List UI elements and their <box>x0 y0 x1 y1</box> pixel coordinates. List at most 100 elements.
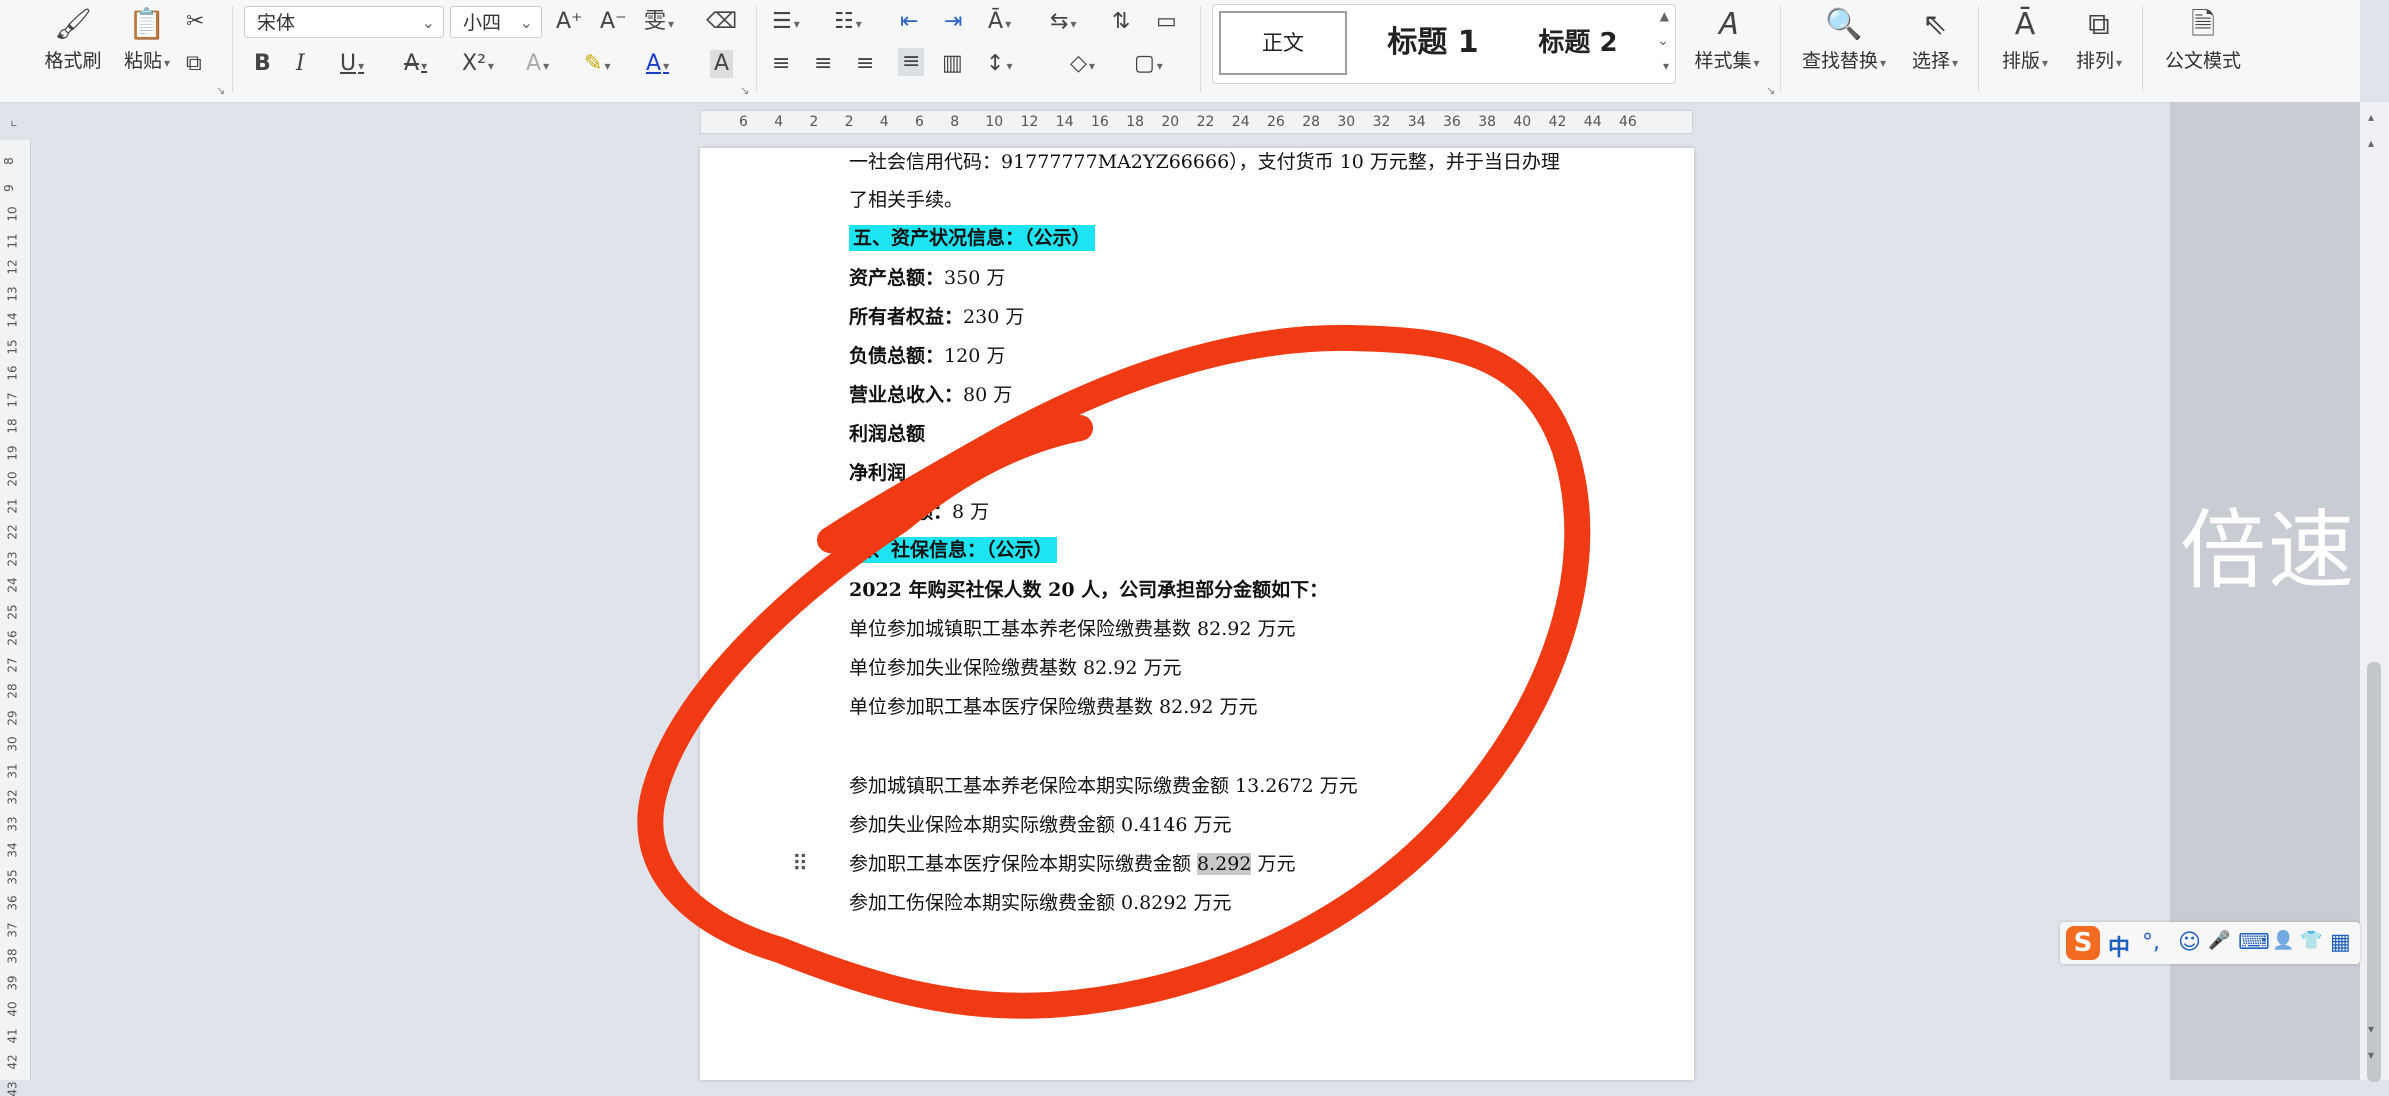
justify-icon[interactable]: ≡ <box>898 48 925 76</box>
bullet-list-icon[interactable]: ☰ ▾ <box>772 8 800 38</box>
increase-indent-icon[interactable]: ⇥ <box>944 8 962 36</box>
font-shrink-icon[interactable]: A⁻ <box>600 8 627 36</box>
ruler-tick-label: 24 <box>1231 114 1250 130</box>
text-effect-icon[interactable]: A ▾ <box>526 50 549 80</box>
ruler-tick-label: 10 <box>985 114 1004 130</box>
font-grow-icon[interactable]: A⁺ <box>556 8 583 36</box>
paragraph-drag-handle-icon[interactable]: ⠿ <box>792 852 808 877</box>
numbered-list-icon[interactable]: ☷ ▾ <box>834 8 862 38</box>
net-profit-line: 净利润 <box>849 462 907 484</box>
arrange-icon: ⧉ <box>2088 7 2110 42</box>
scroll-up-icon[interactable]: ▴ <box>2368 110 2374 124</box>
selected-text[interactable]: 8.292 <box>1197 853 1252 875</box>
ruler-tick-label: 20 <box>1161 114 1180 130</box>
style-set-icon: 𝐴 <box>1717 7 1737 42</box>
arrange-button[interactable]: ⧉ 排列 ▾ <box>2066 4 2132 73</box>
vertical-ruler[interactable]: 8 9 10 11 12 13 14 15 16 17 18 19 20 21 22 23 24 25 26 27 28… <box>0 140 31 1096</box>
italic-icon[interactable]: I <box>296 50 305 78</box>
injury-paid-line: 参加工伤保险本期实际缴费金额 0.8292 万元 <box>849 892 1232 914</box>
ruler-tick-label: 21 <box>5 497 20 514</box>
sogou-logo-icon[interactable]: S <box>2066 926 2100 960</box>
scroll-page-down-icon[interactable]: ▾ <box>2368 1022 2374 1036</box>
ruler-tick-label: 38 <box>5 948 20 964</box>
style-heading-1[interactable]: 标题 1 <box>1363 11 1503 75</box>
vertical-scrollbar[interactable]: ▴ ▴ ▾ ▾ <box>2360 102 2389 1082</box>
style-set-button[interactable]: 𝐴 样式集 ▾ <box>1684 4 1770 73</box>
keyboard-icon[interactable]: ⌨ <box>2238 930 2270 955</box>
document-page[interactable]: 一社会信用代码：91777777MA2YZ66666），支付货币 10 万元整，… <box>700 148 1694 1080</box>
align-left-icon[interactable]: ≡ <box>772 50 790 78</box>
underline-icon[interactable]: U ▾ <box>340 50 364 80</box>
shading-icon[interactable]: ◇ ▾ <box>1070 50 1095 80</box>
ruler-tick-label: 10 <box>5 206 20 222</box>
ruler-tick-label: 30 <box>5 736 20 752</box>
ruler-tick-label: 4 <box>879 114 889 130</box>
cursor-arrow-icon: ⇖ <box>1922 7 1948 42</box>
clear-format-icon[interactable]: ⌫ <box>706 8 737 36</box>
char-shading-icon[interactable]: A <box>710 50 734 78</box>
scroll-page-up-icon[interactable]: ▴ <box>2368 136 2374 150</box>
show-marks-icon[interactable]: ▭ <box>1156 8 1177 36</box>
ruler-tick-label: 42 <box>5 1054 20 1070</box>
format-painter-icon: 🖌 <box>53 7 93 42</box>
ruler-tick-label: 34 <box>1407 114 1426 130</box>
font-size-select[interactable]: 小四 ⌄ <box>450 6 542 38</box>
text-direction-icon[interactable]: Ā ▾ <box>988 8 1011 38</box>
ime-language-toggle[interactable]: 中 <box>2108 930 2130 962</box>
ruler-tick-label: 14 <box>1055 114 1074 130</box>
tab-selector-icon[interactable]: ⌞ <box>10 110 18 129</box>
emoji-icon[interactable]: ☺ <box>2178 930 2201 955</box>
line-break-icon[interactable]: ⇆ ▾ <box>1050 8 1076 38</box>
punctuation-icon[interactable]: °, <box>2142 930 2160 955</box>
ruler-tick-label: 26 <box>5 630 20 646</box>
phonetic-guide-icon[interactable]: 雯 ▾ <box>644 8 674 38</box>
border-icon[interactable]: ▢ ▾ <box>1134 50 1163 80</box>
ruler-tick-label: 29 <box>5 709 20 726</box>
styles-launcher-icon[interactable]: ↘ <box>1766 84 1775 97</box>
copy-icon[interactable]: ⧉ <box>186 50 202 78</box>
strikethrough-icon[interactable]: A ▾ <box>404 50 427 80</box>
distributed-icon[interactable]: ▥ <box>942 50 963 78</box>
sort-icon[interactable]: ⇅ <box>1112 8 1130 36</box>
scroll-down-icon[interactable]: ▾ <box>2368 1048 2374 1062</box>
font-launcher-icon[interactable]: ↘ <box>740 84 749 97</box>
find-replace-button[interactable]: 🔍 查找替换 ▾ <box>1796 4 1892 73</box>
ruler-tick-label: 8 <box>1 157 16 165</box>
bold-icon[interactable]: B <box>254 50 271 78</box>
medical-base-line: 单位参加职工基本医疗保险缴费基数 82.92 万元 <box>849 696 1258 718</box>
ruler-tick-label: 42 <box>1548 114 1567 130</box>
tax-line: 税总额：8 万 <box>876 501 990 523</box>
cut-icon[interactable]: ✂ <box>186 8 204 36</box>
layout-button[interactable]: Ā 排版 ▾ <box>1994 4 2056 73</box>
gallery-up-icon[interactable]: ▲ <box>1660 9 1669 23</box>
horizontal-ruler[interactable]: 6 4 2 2 4 6 8 10 12 14 16 18 20 22 24 26 28 30 32 34 36 38 40 4… <box>700 110 1693 134</box>
gallery-expand-icon[interactable]: ▾ <box>1663 59 1669 73</box>
font-color-icon[interactable]: A ▾ <box>646 50 669 80</box>
superscript-icon[interactable]: X² ▾ <box>462 50 494 80</box>
gallery-down-icon[interactable]: ⌄ <box>1657 33 1669 49</box>
user-icon[interactable]: 👤 <box>2272 930 2294 951</box>
decrease-indent-icon[interactable]: ⇤ <box>900 8 918 36</box>
microphone-icon[interactable]: 🎤 <box>2208 930 2230 951</box>
select-button[interactable]: ⇖ 选择 ▾ <box>1902 4 1968 73</box>
clipboard-launcher-icon[interactable]: ↘ <box>216 84 225 97</box>
official-document-mode-button[interactable]: 🗎 公文模式 <box>2158 4 2248 73</box>
paragraph-line: 一社会信用代码：91777777MA2YZ66666），支付货币 10 万元整，… <box>849 151 1560 173</box>
font-name-select[interactable]: 宋体 ⌄ <box>244 6 444 38</box>
paste-button[interactable]: 📋 粘贴 ▾ <box>112 4 182 73</box>
style-heading-2[interactable]: 标题 2 <box>1513 11 1643 75</box>
unemployment-base-line: 单位参加失业保险缴费基数 82.92 万元 <box>849 657 1182 679</box>
align-right-icon[interactable]: ≡ <box>856 50 874 78</box>
style-normal[interactable]: 正文 <box>1219 11 1347 75</box>
scrollbar-thumb[interactable] <box>2367 662 2381 1082</box>
format-painter-button[interactable]: 🖌 格式刷 <box>38 4 108 73</box>
highlight-icon[interactable]: ✎ ▾ <box>584 50 610 80</box>
line-spacing-icon[interactable]: ↕ ▾ <box>986 50 1012 80</box>
speed-overlay-label: 倍速 <box>2180 501 2356 601</box>
separator <box>756 6 757 92</box>
skin-icon[interactable]: 👕 <box>2300 930 2322 951</box>
align-center-icon[interactable]: ≡ <box>814 50 832 78</box>
ruler-tick-label: 36 <box>1443 114 1461 130</box>
layout-icon: Ā <box>2014 7 2036 42</box>
apps-grid-icon[interactable]: ▦ <box>2330 930 2351 955</box>
